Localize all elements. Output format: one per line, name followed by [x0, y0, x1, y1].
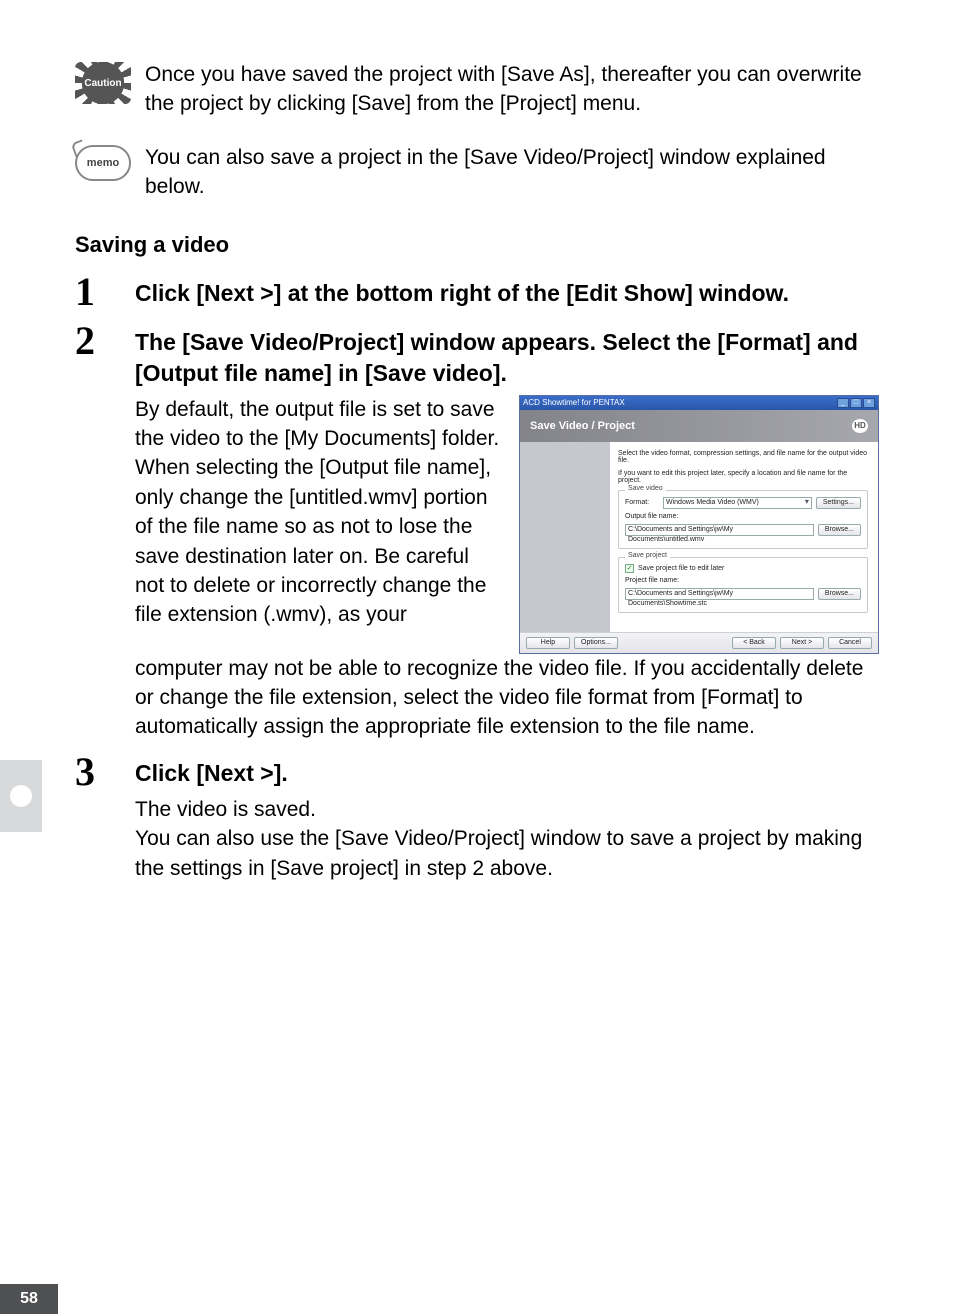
dialog-desc-2: If you want to edit this project later, … [618, 470, 868, 484]
output-filename-label: Output file name: [625, 513, 678, 520]
memo-note: memo You can also save a project in the … [75, 143, 879, 202]
step-2-body: The [Save Video/Project] window appears.… [135, 321, 879, 742]
dialog-side-panel [520, 442, 610, 632]
output-filename-input[interactable]: C:\Documents and Settings\jw\My Document… [625, 524, 814, 536]
dialog-desc-1: Select the video format, compression set… [618, 450, 868, 464]
step-3-number: 3 [75, 752, 135, 792]
memo-icon: memo [75, 145, 131, 181]
format-label: Format: [625, 499, 659, 506]
hd-logo-icon: HD [852, 419, 868, 433]
dialog-body: Select the video format, compression set… [520, 442, 878, 632]
dialog-header-title: Save Video / Project [530, 420, 635, 432]
project-filename-label: Project file name: [625, 577, 679, 584]
close-button[interactable]: × [863, 398, 875, 408]
dialog-footer: Help Options... < Back Next > Cancel [520, 632, 878, 653]
dialog-content: Select the video format, compression set… [610, 442, 878, 632]
memo-text: You can also save a project in the [Save… [145, 143, 879, 202]
next-button[interactable]: Next > [780, 637, 824, 649]
memo-icon-wrap: memo [75, 143, 145, 181]
section-heading: Saving a video [75, 232, 879, 258]
help-button[interactable]: Help [526, 637, 570, 649]
dialog-header: Save Video / Project HD [520, 410, 878, 442]
caution-text: Once you have saved the project with [Sa… [145, 60, 879, 119]
save-project-group: Save project ✓ Save project file to edit… [618, 557, 868, 613]
save-project-checkbox[interactable]: ✓ [625, 564, 634, 573]
save-video-legend: Save video [625, 485, 666, 492]
caution-icon-wrap: Caution [75, 60, 145, 104]
step-2-heading: The [Save Video/Project] window appears.… [135, 327, 879, 389]
cancel-button[interactable]: Cancel [828, 637, 872, 649]
dialog-titlebar: ACD Showtime! for PENTAX _ □ × [520, 396, 878, 410]
caution-icon: Caution [75, 62, 131, 104]
step-1-number: 1 [75, 272, 135, 312]
step-2-text-after: computer may not be able to recognize th… [135, 654, 879, 742]
step-2-text-left: By default, the output file is set to sa… [135, 395, 503, 630]
format-select[interactable]: Windows Media Video (WMV) [663, 497, 812, 509]
save-project-legend: Save project [625, 552, 670, 559]
step-3: 3 Click [Next >]. The video is saved. Yo… [75, 752, 879, 883]
memo-icon-label: memo [87, 157, 119, 169]
project-filename-input[interactable]: C:\Documents and Settings\jw\My Document… [625, 588, 814, 600]
maximize-button[interactable]: □ [850, 398, 862, 408]
dialog-window: ACD Showtime! for PENTAX _ □ × Save Vide… [519, 395, 879, 654]
step-2: 2 The [Save Video/Project] window appear… [75, 321, 879, 742]
page-number: 58 [0, 1284, 58, 1314]
browse-video-button[interactable]: Browse... [818, 524, 861, 536]
back-button[interactable]: < Back [732, 637, 776, 649]
step-1-heading: Click [Next >] at the bottom right of th… [135, 278, 879, 309]
dialog-titlebar-text: ACD Showtime! for PENTAX [523, 398, 836, 407]
browse-project-button[interactable]: Browse... [818, 588, 861, 600]
settings-button[interactable]: Settings... [816, 497, 861, 509]
step-1: 1 Click [Next >] at the bottom right of … [75, 272, 879, 315]
step-3-body: Click [Next >]. The video is saved. You … [135, 752, 879, 883]
step-2-number: 2 [75, 321, 135, 361]
step-3-text: The video is saved. You can also use the… [135, 795, 879, 883]
save-project-checkbox-label: Save project file to edit later [638, 565, 724, 572]
options-button[interactable]: Options... [574, 637, 618, 649]
caution-note: Caution Once you have saved the project … [75, 60, 879, 119]
side-tab-dot-icon [10, 785, 32, 807]
side-tab-indicator [0, 760, 42, 832]
step-1-body: Click [Next >] at the bottom right of th… [135, 272, 879, 315]
caution-icon-label: Caution [84, 78, 121, 89]
save-video-group: Save video Format: Windows Media Video (… [618, 490, 868, 549]
minimize-button[interactable]: _ [837, 398, 849, 408]
step-3-heading: Click [Next >]. [135, 758, 879, 789]
